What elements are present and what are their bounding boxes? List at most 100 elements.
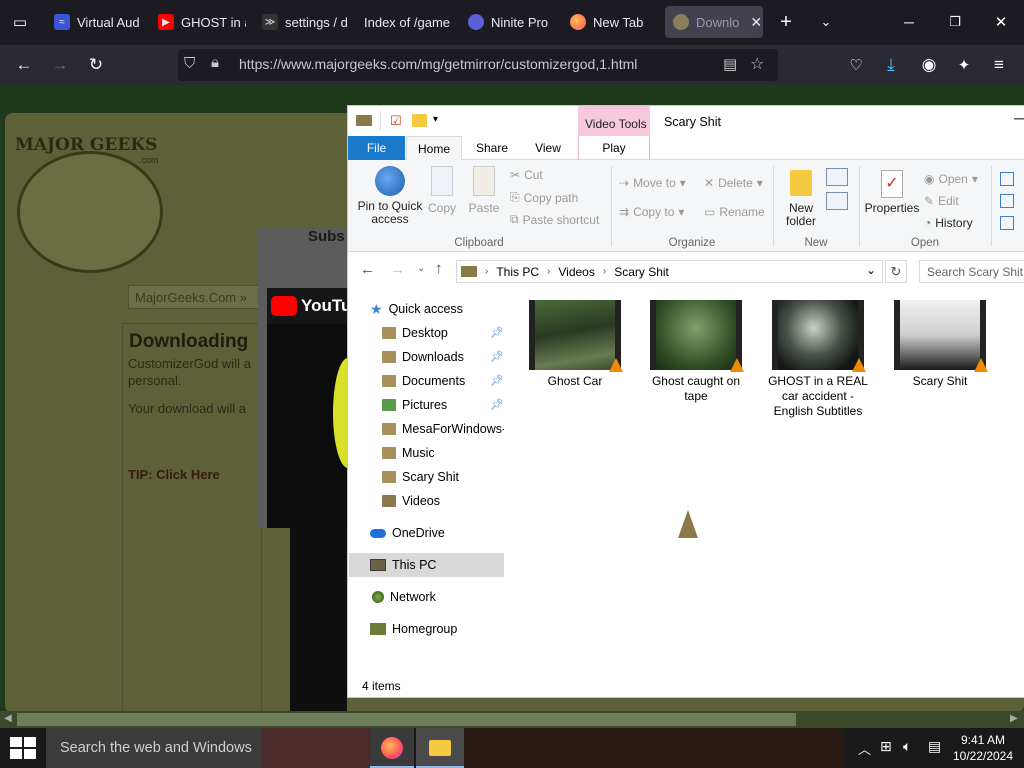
pin-quick-access-button[interactable]: Pin to Quick access xyxy=(354,166,426,226)
nav-desktop[interactable]: Desktop xyxy=(382,322,448,344)
back-icon[interactable]: ← xyxy=(10,51,38,79)
network-status-icon[interactable]: ⊞ xyxy=(880,738,892,755)
tab-settings[interactable]: ≫ settings / d xyxy=(254,6,350,38)
breadcrumb[interactable]: MajorGeeks.Com » xyxy=(128,285,263,309)
extensions-icon[interactable]: ✦ xyxy=(950,51,978,79)
tab-ninite-pro[interactable]: Ninite Pro xyxy=(460,6,556,38)
taskbar-file-explorer[interactable] xyxy=(416,728,464,768)
pocket-icon[interactable]: ♡ xyxy=(842,51,870,79)
nav-pictures[interactable]: Pictures xyxy=(382,394,447,416)
minimize-icon[interactable]: ─ xyxy=(1014,110,1024,126)
reload-icon[interactable]: ↻ xyxy=(82,51,110,79)
delete-button[interactable]: ✕ Delete ▾ xyxy=(704,176,763,190)
tab-play[interactable]: Play xyxy=(578,136,650,160)
address-bar[interactable]: › This PC › Videos › Scary Shit ⌄ xyxy=(456,260,883,283)
customize-quick-access-icon[interactable]: ▾ xyxy=(433,114,438,125)
tab-new-tab[interactable]: New Tab xyxy=(562,6,658,38)
copy-to-button[interactable]: ⇉ Copy to ▾ xyxy=(619,205,684,219)
move-to-button[interactable]: ⇢ Move to ▾ xyxy=(619,176,686,190)
nav-music[interactable]: Music xyxy=(382,442,435,464)
volume-icon[interactable]: 🔈︎ xyxy=(903,738,911,755)
forward-arrow-icon[interactable]: → xyxy=(390,261,405,278)
breadcrumb-this-pc[interactable]: This PC xyxy=(496,265,539,279)
reader-view-icon[interactable]: ▤ xyxy=(723,55,737,73)
easy-access-icon[interactable] xyxy=(826,192,848,210)
paste-button[interactable]: Paste xyxy=(466,166,502,215)
cut-button[interactable]: ✂ Cut xyxy=(510,168,543,182)
recent-locations-icon[interactable]: ⌄ xyxy=(417,263,425,274)
tab-share[interactable]: Share xyxy=(466,136,518,160)
up-arrow-icon[interactable]: ↑ xyxy=(435,260,443,277)
copy-button[interactable]: Copy xyxy=(426,166,458,215)
paste-shortcut-button[interactable]: ⧉ Paste shortcut xyxy=(510,212,599,227)
tip-link[interactable]: TIP: Click Here xyxy=(128,467,220,482)
copy-path-button[interactable]: ⎘ Copy path xyxy=(510,190,578,205)
lock-icon[interactable]: 🔒︎ xyxy=(211,54,219,71)
breadcrumb-scary-shit[interactable]: Scary Shit xyxy=(614,265,669,279)
scroll-left-icon[interactable]: ◀ xyxy=(4,713,12,724)
nav-documents[interactable]: Documents xyxy=(382,370,465,392)
nav-downloads[interactable]: Downloads xyxy=(382,346,464,368)
url-bar[interactable]: ⛉ 🔒︎ https://www.majorgeeks.com/mg/getmi… xyxy=(178,49,778,81)
download-icon[interactable]: ⤓ xyxy=(877,51,905,79)
tab-download-active[interactable]: Downlo ✕ xyxy=(665,6,763,38)
open-button[interactable]: ◉ Open ▾ xyxy=(924,172,978,186)
clock[interactable]: 9:41 AM 10/22/2024 xyxy=(950,732,1016,764)
search-input[interactable]: Search Scary Shit xyxy=(919,260,1024,283)
nav-network[interactable]: Network xyxy=(370,586,436,608)
nav-homegroup[interactable]: Homegroup xyxy=(370,618,457,640)
scroll-right-icon[interactable]: ▶ xyxy=(1010,713,1018,724)
select-none-icon[interactable] xyxy=(1000,194,1014,208)
chevron-down-icon[interactable]: ⌄ xyxy=(812,8,840,36)
chevron-down-icon[interactable]: ⌄ xyxy=(866,263,876,277)
file-item[interactable]: Ghost Car xyxy=(520,300,630,389)
nav-quick-access[interactable]: ★ Quick access xyxy=(370,298,463,320)
account-icon[interactable]: ◉ xyxy=(915,51,943,79)
file-item[interactable]: GHOST in a REAL car accident - English S… xyxy=(763,300,873,419)
tab-list-icon[interactable]: ▭ xyxy=(6,8,34,36)
url-text[interactable]: https://www.majorgeeks.com/mg/getmirror/… xyxy=(239,56,637,72)
nav-mesa[interactable]: MesaForWindows-2 xyxy=(382,418,504,440)
minimize-icon[interactable]: ─ xyxy=(895,8,923,36)
shield-icon[interactable]: ⛉ xyxy=(184,55,195,72)
tab-index-of-game[interactable]: Index of /game xyxy=(356,6,452,38)
tab-virtual-audio[interactable]: ≈ Virtual Aud xyxy=(46,6,142,38)
horizontal-scrollbar[interactable]: ◀ ▶ xyxy=(0,711,1024,728)
properties-button[interactable]: ✓ Properties xyxy=(862,170,922,215)
forward-icon[interactable]: → xyxy=(46,51,74,79)
properties-quick-icon[interactable]: ☑ xyxy=(390,113,402,129)
chevron-up-icon[interactable]: ︿ xyxy=(858,739,871,758)
tab-file[interactable]: File xyxy=(348,136,405,160)
new-folder-button[interactable]: New folder xyxy=(780,170,822,228)
new-tab-icon[interactable]: + xyxy=(772,8,800,36)
back-arrow-icon[interactable]: ← xyxy=(360,261,375,278)
close-window-icon[interactable]: ✕ xyxy=(987,8,1015,36)
taskbar-firefox[interactable] xyxy=(370,728,414,768)
close-tab-icon[interactable]: ✕ xyxy=(750,14,762,31)
nav-onedrive[interactable]: OneDrive xyxy=(370,522,445,544)
scrollbar-thumb[interactable] xyxy=(17,713,796,726)
nav-scary-shit[interactable]: Scary Shit xyxy=(382,466,459,488)
edit-button[interactable]: ✎ Edit xyxy=(924,194,959,208)
select-all-icon[interactable] xyxy=(1000,172,1014,186)
breadcrumb-videos[interactable]: Videos xyxy=(558,265,594,279)
nav-videos[interactable]: Videos xyxy=(382,490,440,512)
start-button[interactable] xyxy=(10,737,36,759)
file-item[interactable]: Scary Shit xyxy=(885,300,995,389)
menu-icon[interactable]: ≡ xyxy=(985,51,1013,79)
refresh-icon[interactable]: ↻ xyxy=(885,260,907,283)
nav-this-pc[interactable]: This PC xyxy=(370,554,436,576)
rename-button[interactable]: ▭ Rename xyxy=(704,205,765,219)
tab-view[interactable]: View xyxy=(522,136,574,160)
action-center-icon[interactable]: ▤ xyxy=(928,738,941,755)
bookmark-star-icon[interactable]: ☆ xyxy=(750,54,764,74)
invert-selection-icon[interactable] xyxy=(1000,216,1014,230)
taskbar-search[interactable]: Search the web and Windows xyxy=(46,728,262,768)
history-button[interactable]: ◔ History xyxy=(924,216,973,230)
youtube-embed[interactable]: YouTu xyxy=(267,288,363,528)
new-item-icon[interactable] xyxy=(826,168,848,186)
tab-ghost-youtube[interactable]: ▶ GHOST in a xyxy=(150,6,246,38)
restore-icon[interactable]: ❐ xyxy=(941,8,969,36)
file-item[interactable]: Ghost caught on tape xyxy=(641,300,751,404)
tab-home[interactable]: Home xyxy=(406,136,462,161)
